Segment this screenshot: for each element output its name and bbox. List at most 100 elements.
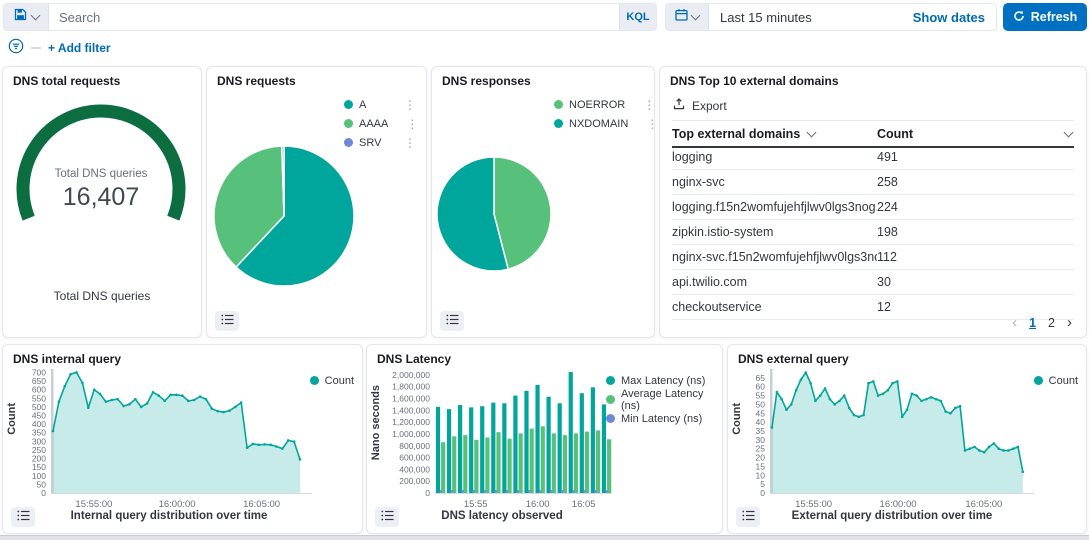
bar-avg-latency[interactable] xyxy=(552,433,556,493)
bar-avg-latency[interactable] xyxy=(507,439,511,493)
bar-avg-latency[interactable] xyxy=(574,433,578,493)
bar-max-latency[interactable] xyxy=(535,385,539,493)
axis-tick-label: 550 xyxy=(32,393,46,403)
show-dates-link[interactable]: Show dates xyxy=(913,10,996,25)
legend-item-Min Latency (ns)[interactable]: Min Latency (ns) xyxy=(606,409,718,428)
export-label: Export xyxy=(692,99,727,113)
bar-avg-latency[interactable] xyxy=(441,442,445,493)
bar-max-latency[interactable] xyxy=(524,391,528,493)
point-min-latency xyxy=(472,490,475,493)
bar-max-latency[interactable] xyxy=(491,403,495,493)
legend-item-Count[interactable]: Count xyxy=(310,371,354,390)
bar-max-latency[interactable] xyxy=(469,407,473,493)
bar-max-latency[interactable] xyxy=(580,393,584,493)
bar-avg-latency[interactable] xyxy=(496,432,500,493)
panel-dns-internal-query: DNS internal query Count 050100150200250… xyxy=(2,344,363,534)
column-header-count[interactable]: Count xyxy=(877,127,1074,141)
column-label: Top external domains xyxy=(672,127,800,141)
bar-avg-latency[interactable] xyxy=(585,432,589,493)
bar-avg-latency[interactable] xyxy=(463,435,467,493)
bar-avg-latency[interactable] xyxy=(607,439,611,493)
export-button[interactable]: Export xyxy=(673,98,727,113)
legend-item-NOERROR[interactable]: NOERROR⋮ xyxy=(554,95,646,114)
bar-avg-latency[interactable] xyxy=(474,440,478,493)
axis-tick-label: 45 xyxy=(756,408,766,418)
data-point xyxy=(193,399,196,402)
data-point xyxy=(58,400,61,403)
bar-avg-latency[interactable] xyxy=(519,433,523,493)
legend-item-AAAA[interactable]: AAAA⋮ xyxy=(344,114,416,133)
legend-item-NXDOMAIN[interactable]: NXDOMAIN⋮ xyxy=(554,114,646,133)
legend-item-SRV[interactable]: SRV⋮ xyxy=(344,133,416,152)
sort-chevron-icon xyxy=(807,127,817,137)
legend-item-Count[interactable]: Count xyxy=(1034,371,1078,390)
legend-options-icon[interactable]: ⋮ xyxy=(392,138,416,148)
pagination-page-2[interactable]: 2 xyxy=(1048,316,1055,330)
bar-max-latency[interactable] xyxy=(547,397,551,493)
add-filter-button[interactable]: + Add filter xyxy=(48,41,111,55)
filter-icon[interactable] xyxy=(8,38,24,59)
data-point xyxy=(872,380,875,383)
date-quick-select-button[interactable] xyxy=(666,4,709,30)
legend-toggle-button[interactable] xyxy=(215,311,239,331)
refresh-button[interactable]: Refresh xyxy=(1003,3,1087,31)
data-point xyxy=(75,371,78,374)
bar-max-latency[interactable] xyxy=(447,409,451,493)
panel-dns-requests: DNS requests A⋮AAAA⋮SRV⋮ xyxy=(206,66,427,338)
legend-toggle-button[interactable] xyxy=(11,507,35,527)
legend-label: Max Latency (ns) xyxy=(621,375,705,387)
axis-tick-label: 5 xyxy=(760,479,765,489)
cell-count: 224 xyxy=(877,200,898,214)
bar-avg-latency[interactable] xyxy=(452,436,456,493)
legend-label: NOERROR xyxy=(569,99,625,111)
legend-item-A[interactable]: A⋮ xyxy=(344,95,416,114)
data-point xyxy=(790,403,793,406)
column-header-domains[interactable]: Top external domains xyxy=(672,127,877,141)
legend-toggle-button[interactable] xyxy=(375,507,399,527)
list-icon xyxy=(381,508,394,526)
legend-toggle-button[interactable] xyxy=(440,311,464,331)
bar-avg-latency[interactable] xyxy=(530,429,534,493)
x-axis-line xyxy=(435,493,612,494)
data-point xyxy=(163,400,166,403)
bar-max-latency[interactable] xyxy=(513,396,517,493)
bar-max-latency[interactable] xyxy=(558,403,562,493)
pagination-prev-icon[interactable]: ‹ xyxy=(1012,315,1017,330)
bar-max-latency[interactable] xyxy=(591,387,595,493)
bar-avg-latency[interactable] xyxy=(563,435,567,493)
search-input[interactable] xyxy=(49,4,619,30)
legend-options-icon[interactable]: ⋮ xyxy=(634,119,658,129)
legend-options-icon[interactable]: ⋮ xyxy=(631,100,655,110)
saved-query-menu-button[interactable] xyxy=(4,4,49,30)
gauge-chart: Total DNS queries16,407 xyxy=(5,89,201,269)
bar-max-latency[interactable] xyxy=(458,405,462,493)
data-point xyxy=(993,442,996,445)
time-range-value[interactable]: Last 15 minutes xyxy=(709,10,913,25)
kql-button[interactable]: KQL xyxy=(619,4,656,30)
point-min-latency xyxy=(450,490,453,493)
list-icon xyxy=(446,312,459,330)
pagination-next-icon[interactable]: › xyxy=(1067,315,1072,330)
filter-separator xyxy=(31,47,41,49)
legend-item-Average Latency (ns)[interactable]: Average Latency (ns) xyxy=(606,390,718,409)
cell-domain: logging xyxy=(672,150,877,164)
legend-toggle-button[interactable] xyxy=(736,507,760,527)
sort-chevron-icon xyxy=(1064,127,1074,137)
bar-avg-latency[interactable] xyxy=(541,426,545,493)
pagination-page-1[interactable]: 1 xyxy=(1029,316,1036,330)
bar-max-latency[interactable] xyxy=(569,372,573,493)
legend-options-icon[interactable]: ⋮ xyxy=(392,100,416,110)
chart-legend: A⋮AAAA⋮SRV⋮ xyxy=(344,95,416,152)
bar-max-latency[interactable] xyxy=(502,403,506,493)
bar-avg-latency[interactable] xyxy=(596,430,600,493)
bar-max-latency[interactable] xyxy=(436,407,440,493)
axis-tick-label: 16:00:00 xyxy=(880,499,917,510)
refresh-icon xyxy=(1013,10,1025,25)
x-axis-label: DNS latency observed xyxy=(387,510,617,522)
bar-max-latency[interactable] xyxy=(480,406,484,493)
bar-avg-latency[interactable] xyxy=(485,437,489,493)
data-point xyxy=(886,389,889,392)
legend-label: A xyxy=(359,99,366,111)
legend-options-icon[interactable]: ⋮ xyxy=(394,119,418,129)
data-point xyxy=(287,439,290,442)
